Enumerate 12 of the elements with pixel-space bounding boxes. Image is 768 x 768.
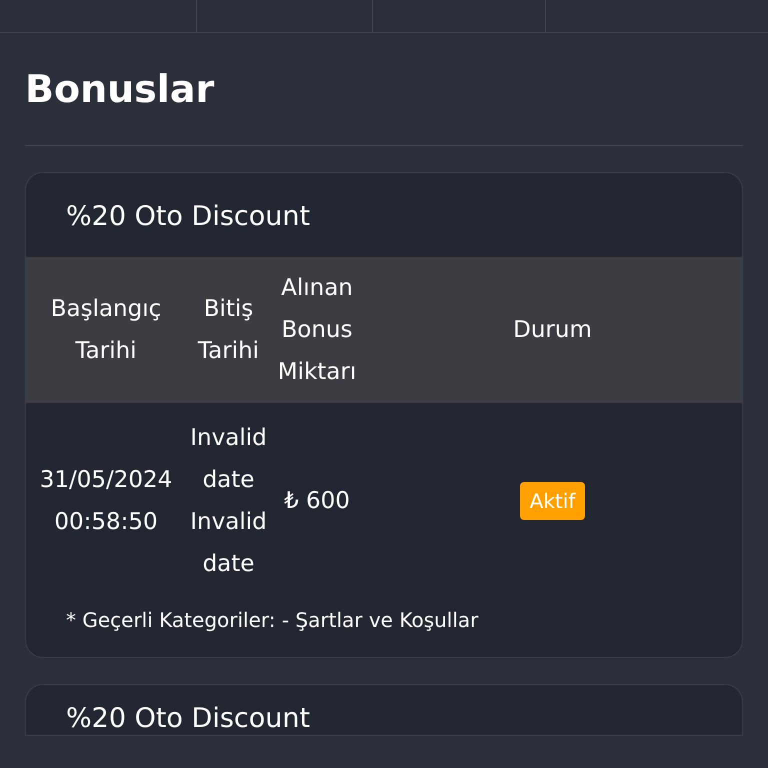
column-header: Başlangıç Tarihi <box>26 257 186 404</box>
page-title: Bonuslar <box>25 67 216 113</box>
bonus-title: %20 Oto Discount <box>65 702 312 736</box>
category-note: * Geçerli Kategoriler: - Şartlar ve Koşullar <box>65 607 480 634</box>
table-cell: ₺ 600 <box>271 403 363 596</box>
column-header: Bitiş Tarihi <box>186 257 271 404</box>
table-cell: 31/05/2024 00:58:50 <box>26 403 186 596</box>
table-cell: Invalid date Invalid date <box>186 403 271 596</box>
column-header: Durum <box>363 257 742 404</box>
bonus-title: %20 Oto Discount <box>65 200 312 234</box>
column-header: Alınan Bonus Miktarı <box>271 257 363 404</box>
status-badge: Aktif <box>520 482 586 520</box>
